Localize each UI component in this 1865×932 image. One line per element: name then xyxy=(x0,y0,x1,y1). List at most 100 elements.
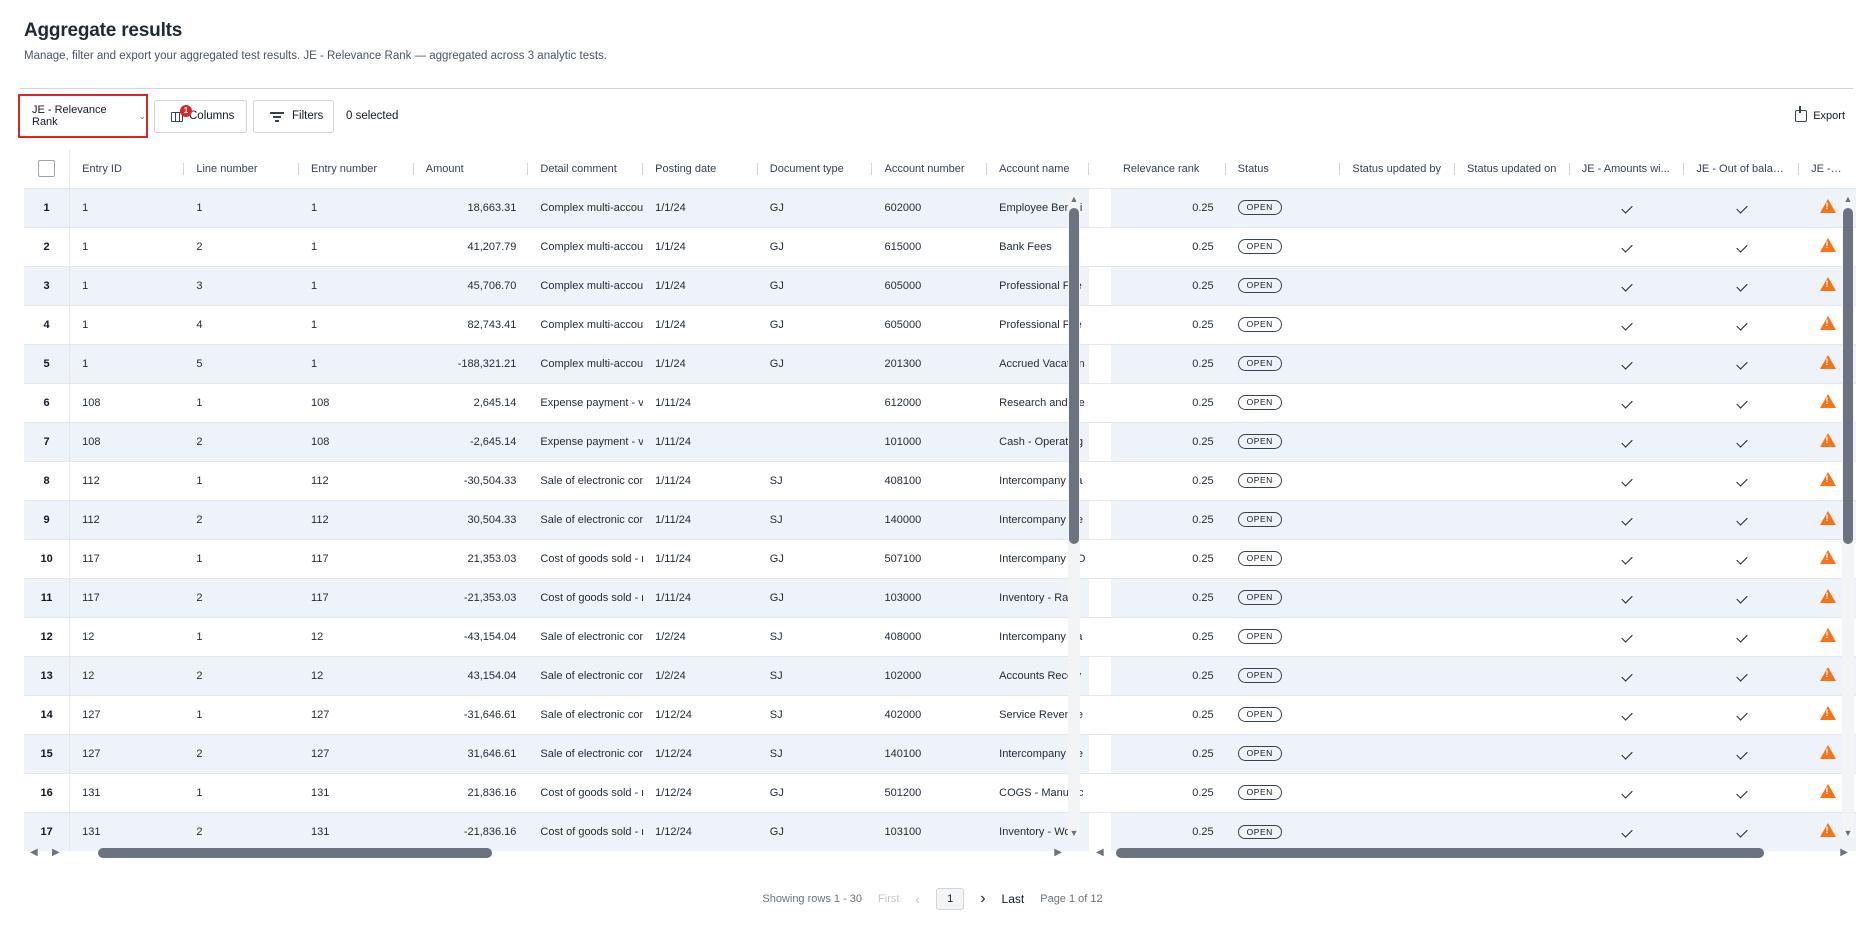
col-header-status-updated-on[interactable]: Status updated on xyxy=(1455,150,1570,188)
scroll-down-icon[interactable]: ▼ xyxy=(1069,828,1079,838)
status-badge[interactable]: OPEN xyxy=(1237,395,1282,410)
cell-posting-date: 1/2/24 xyxy=(643,655,758,695)
select-all-cell xyxy=(24,150,71,188)
scroll-left-icon[interactable]: ◀ xyxy=(1096,846,1104,860)
scroll-down-icon[interactable]: ▼ xyxy=(1843,828,1853,838)
cell-je-amounts xyxy=(1569,694,1685,734)
cell-line-number: 4 xyxy=(184,304,300,344)
right-horizontal-scroll-thumb[interactable] xyxy=(1116,848,1764,858)
cell-je-amounts xyxy=(1569,733,1685,773)
row-number: 6 xyxy=(24,382,71,422)
right-vertical-scroll-thumb[interactable] xyxy=(1843,208,1853,544)
status-badge[interactable]: OPEN xyxy=(1237,200,1282,215)
filters-button[interactable]: Filters xyxy=(253,99,334,133)
status-badge[interactable]: OPEN xyxy=(1237,434,1282,449)
col-header-status-updated-by[interactable]: Status updated by xyxy=(1340,150,1455,188)
cell-je-amounts xyxy=(1569,343,1685,383)
left-vertical-scrollbar[interactable]: ▲ ▼ xyxy=(1068,194,1080,838)
col-header-amount[interactable]: Amount xyxy=(414,150,529,188)
cell-je-amounts xyxy=(1569,616,1685,656)
col-header-je-amounts[interactable]: JE - Amounts wi... xyxy=(1570,150,1685,188)
col-header-line-number[interactable]: Line number xyxy=(184,150,299,188)
check-icon xyxy=(1621,318,1633,331)
status-badge[interactable]: OPEN xyxy=(1237,590,1282,605)
pagination: Showing rows 1 - 30 First ‹ 1 › Last Pag… xyxy=(0,888,1865,910)
cell-document-type: SJ xyxy=(757,733,873,773)
view-select[interactable]: JE - Relevance Rank ⌄ xyxy=(18,94,148,138)
status-badge[interactable]: OPEN xyxy=(1237,278,1282,293)
scroll-left-icon[interactable]: ◀ xyxy=(30,846,38,860)
table-row[interactable]: 6 108 1 108 2,645.14 Expense payment - ve 1/11… xyxy=(24,382,1856,422)
status-badge[interactable]: OPEN xyxy=(1237,785,1282,800)
status-badge[interactable]: OPEN xyxy=(1237,746,1282,761)
check-icon xyxy=(1621,240,1633,253)
status-badge[interactable]: OPEN xyxy=(1237,512,1282,527)
status-badge[interactable]: OPEN xyxy=(1237,629,1282,644)
status-badge[interactable]: OPEN xyxy=(1237,317,1282,332)
left-horizontal-scrollbar[interactable]: ◀ ▶ ▶ xyxy=(24,846,1064,860)
right-vertical-scrollbar[interactable]: ▲ ▼ xyxy=(1842,194,1854,838)
warning-icon xyxy=(1819,706,1836,720)
select-all-checkbox[interactable] xyxy=(38,160,56,178)
cell-status: OPEN xyxy=(1225,187,1341,227)
status-badge[interactable]: OPEN xyxy=(1237,551,1282,566)
table-row[interactable]: 2 1 2 1 41,207.79 Complex multi-accou 1/1/24 GJ… xyxy=(24,226,1856,266)
col-header-posting-date[interactable]: Posting date xyxy=(643,150,758,188)
cell-detail-comment: Complex multi-accou xyxy=(528,226,644,266)
columns-button[interactable]: 1 Columns xyxy=(154,99,247,133)
table-row[interactable]: 16 131 1 131 21,836.16 Cost of goods sold - r… xyxy=(24,772,1856,812)
table-row[interactable]: 9 112 2 112 30,504.33 Sale of electronic con 1… xyxy=(24,499,1856,539)
table-row[interactable]: 5 1 5 1 -188,321.21 Complex multi-accou 1/1/24… xyxy=(24,343,1856,383)
table-row[interactable]: 15 127 2 127 31,646.61 Sale of electronic con… xyxy=(24,733,1856,773)
export-button[interactable]: Export xyxy=(1795,106,1845,122)
cell-status: OPEN xyxy=(1225,733,1341,773)
right-horizontal-scrollbar[interactable]: ◀ ▶ xyxy=(1090,846,1850,860)
col-header-entry-id[interactable]: Entry ID xyxy=(70,150,185,188)
status-badge[interactable]: OPEN xyxy=(1237,356,1282,371)
status-badge[interactable]: OPEN xyxy=(1237,707,1282,722)
table-row[interactable]: 8 112 1 112 -30,504.33 Sale of electronic con… xyxy=(24,460,1856,500)
left-horizontal-scroll-thumb[interactable] xyxy=(98,848,492,858)
status-badge[interactable]: OPEN xyxy=(1237,824,1282,839)
table-row[interactable]: 1 1 1 1 18,663.31 Complex multi-accou 1/1/24 GJ… xyxy=(24,187,1856,227)
table-row[interactable]: 3 1 3 1 45,706.70 Complex multi-accou 1/1/24 GJ… xyxy=(24,265,1856,305)
cell-posting-date: 1/1/24 xyxy=(643,187,758,227)
col-header-account-number[interactable]: Account number xyxy=(872,150,987,188)
last-page-link[interactable]: Last xyxy=(1002,892,1025,906)
table-row[interactable]: 11 117 2 117 -21,353.03 Cost of goods sold - … xyxy=(24,577,1856,617)
status-badge[interactable]: OPEN xyxy=(1237,239,1282,254)
cell-detail-comment: Sale of electronic con xyxy=(528,733,644,773)
col-header-relevance-rank[interactable]: Relevance rank xyxy=(1111,150,1226,188)
scroll-up-icon[interactable]: ▲ xyxy=(1843,194,1853,204)
check-icon xyxy=(1621,669,1633,682)
chevron-left-icon[interactable]: ‹ xyxy=(915,891,920,907)
first-page-link[interactable]: First xyxy=(878,893,899,905)
table-row[interactable]: 4 1 4 1 82,743.41 Complex multi-accou 1/1/24 GJ… xyxy=(24,304,1856,344)
scroll-right-icon[interactable]: ▶ xyxy=(1840,846,1848,860)
scroll-right-icon[interactable]: ▶ xyxy=(1054,846,1062,860)
col-header-status[interactable]: Status xyxy=(1226,150,1341,188)
col-header-account-name[interactable]: Account name xyxy=(987,150,1089,188)
cell-je-out-of-balance xyxy=(1684,187,1800,227)
col-header-je-key-users[interactable]: JE - Key Users xyxy=(1799,150,1856,188)
table-row[interactable]: 7 108 2 108 -2,645.14 Expense payment - ve 1/1… xyxy=(24,421,1856,461)
scroll-right-icon[interactable]: ▶ xyxy=(52,846,60,860)
cell-status: OPEN xyxy=(1225,382,1341,422)
chevron-right-icon[interactable]: › xyxy=(980,890,985,908)
col-header-entry-number[interactable]: Entry number xyxy=(299,150,414,188)
table-row[interactable]: 10 117 1 117 21,353.03 Cost of goods sold - r… xyxy=(24,538,1856,578)
status-badge[interactable]: OPEN xyxy=(1237,473,1282,488)
table-row[interactable]: 14 127 1 127 -31,646.61 Sale of electronic co… xyxy=(24,694,1856,734)
scroll-up-icon[interactable]: ▲ xyxy=(1069,194,1079,204)
table-body: 1 1 1 1 18,663.31 Complex multi-accou 1/1/24 GJ… xyxy=(24,187,1856,851)
col-header-document-type[interactable]: Document type xyxy=(758,150,873,188)
check-icon xyxy=(1736,747,1748,760)
left-vertical-scroll-thumb[interactable] xyxy=(1069,208,1079,544)
table-row[interactable]: 12 12 1 12 -43,154.04 Sale of electronic con 1… xyxy=(24,616,1856,656)
current-page[interactable]: 1 xyxy=(936,888,965,910)
status-badge[interactable]: OPEN xyxy=(1237,668,1282,683)
table-row[interactable]: 13 12 2 12 43,154.04 Sale of electronic con 1/… xyxy=(24,655,1856,695)
cell-line-number: 1 xyxy=(184,616,300,656)
col-header-je-out-of-balance[interactable]: JE - Out of balan... xyxy=(1684,150,1799,188)
col-header-detail-comment[interactable]: Detail comment xyxy=(528,150,643,188)
